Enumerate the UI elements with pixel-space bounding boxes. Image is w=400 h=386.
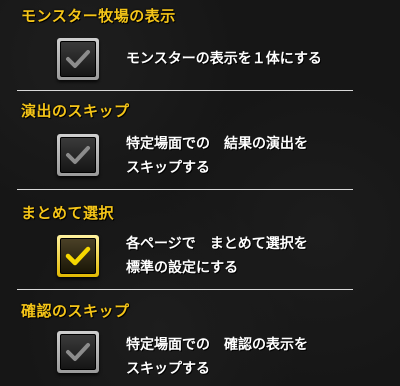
- setting-description: モンスターの表示を１体にする: [126, 51, 322, 67]
- setting-title: 確認のスキップ: [21, 302, 130, 320]
- checkbox-frame: [60, 41, 96, 77]
- checkbox-frame: [60, 137, 96, 173]
- checkbox-frame: [60, 334, 96, 370]
- bulk-select-checkbox[interactable]: [57, 235, 99, 277]
- section-divider: [17, 289, 353, 290]
- check-icon: [65, 246, 91, 266]
- check-icon: [66, 343, 90, 361]
- check-icon: [66, 146, 90, 164]
- settings-panel: モンスター牧場の表示 モンスターの表示を１体にする 演出のスキップ 特定場面での…: [0, 0, 400, 386]
- checkbox-frame: [60, 238, 96, 274]
- setting-description: 各ページで まとめて選択を 標準の設定にする: [126, 236, 308, 276]
- check-icon: [66, 50, 90, 68]
- setting-description: 特定場面での 確認の表示を スキップする: [126, 337, 308, 377]
- section-divider: [17, 189, 353, 190]
- setting-description: 特定場面での 結果の演出を スキップする: [126, 136, 308, 176]
- section-divider: [17, 90, 353, 91]
- monster-farm-display-checkbox[interactable]: [57, 38, 99, 80]
- setting-title: モンスター牧場の表示: [21, 7, 176, 25]
- confirm-skip-checkbox[interactable]: [57, 331, 99, 373]
- setting-title: 演出のスキップ: [21, 102, 130, 120]
- setting-title: まとめて選択: [21, 204, 115, 222]
- effect-skip-checkbox[interactable]: [57, 134, 99, 176]
